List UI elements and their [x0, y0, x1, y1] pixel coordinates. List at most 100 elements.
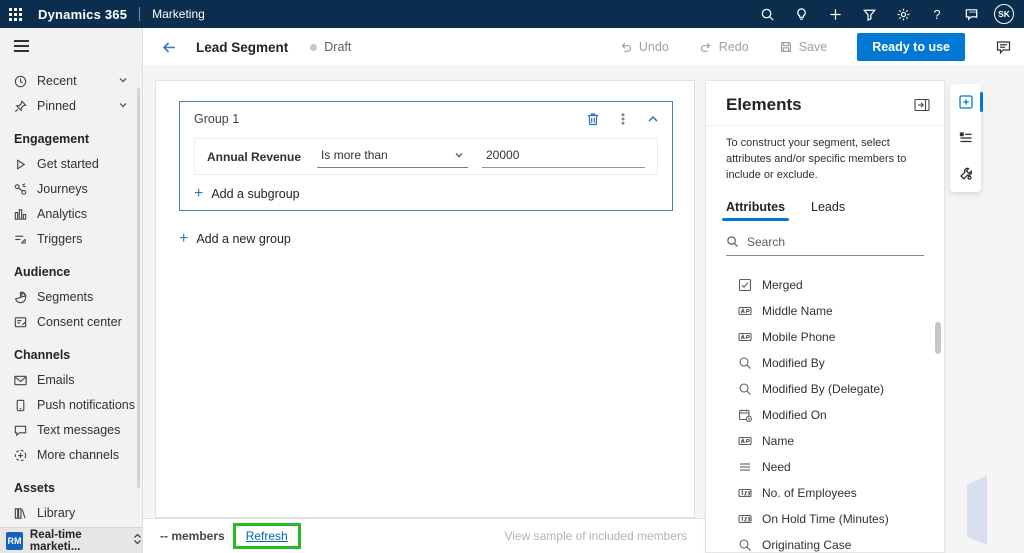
tab-attributes[interactable]: Attributes — [721, 200, 790, 221]
add-new-group-button[interactable]: + Add a new group — [179, 231, 291, 247]
app-name[interactable]: Marketing — [152, 7, 205, 21]
elements-tool-button[interactable] — [953, 89, 983, 115]
attribute-item[interactable]: Modified By — [706, 350, 944, 376]
chat-bubble-icon — [13, 423, 28, 438]
sidebar-item-analytics[interactable]: Analytics — [0, 202, 142, 227]
sidebar-item-label: Triggers — [37, 232, 83, 247]
tab-leads[interactable]: Leads — [811, 200, 845, 221]
chevron-down-icon[interactable] — [118, 74, 128, 88]
wrench-icon — [959, 167, 972, 180]
attribute-item[interactable]: Modified On — [706, 402, 944, 428]
bar-chart-icon — [13, 207, 28, 222]
attribute-item[interactable]: On Hold Time (Minutes) — [706, 506, 944, 532]
sidebar-item-label: Pinned — [37, 99, 76, 114]
play-icon — [13, 157, 28, 172]
attribute-item[interactable]: Middle Name — [706, 298, 944, 324]
waffle-icon — [8, 7, 22, 21]
status-dot-icon — [310, 43, 318, 51]
feedback-chat-icon[interactable] — [954, 0, 988, 28]
tools-tool-button[interactable] — [953, 161, 979, 187]
consent-form-icon — [13, 315, 28, 330]
filter-icon[interactable] — [852, 0, 886, 28]
attribute-item[interactable]: Name — [706, 428, 944, 454]
lookup-search-icon — [738, 538, 752, 552]
attribute-search-field[interactable] — [726, 234, 924, 256]
attribute-item[interactable]: Modified By (Delegate) — [706, 376, 944, 402]
undo-icon — [621, 42, 631, 52]
list-icon — [959, 132, 971, 143]
save-icon — [780, 42, 791, 52]
sidebar-section-engagement: Engagement — [14, 131, 90, 146]
attribute-list-scrollbar[interactable] — [935, 321, 941, 354]
delete-group-trash-icon[interactable] — [586, 112, 600, 126]
area-switcher[interactable]: RM Real-time marketi... — [0, 527, 142, 553]
condition-value-input[interactable] — [482, 145, 645, 168]
help-icon[interactable]: ? — [920, 0, 954, 28]
lightbulb-icon[interactable] — [784, 0, 818, 28]
sidebar-item-get-started[interactable]: Get started — [0, 152, 142, 177]
sidebar-item-emails[interactable]: Emails — [0, 368, 142, 393]
lookup-search-icon — [738, 382, 752, 396]
app-launcher-waffle-icon[interactable] — [0, 0, 30, 28]
pie-chart-icon — [13, 290, 28, 305]
redo-button[interactable]: Redo — [699, 40, 749, 54]
background-watermark-shape — [967, 475, 987, 545]
settings-gear-icon[interactable] — [886, 0, 920, 28]
attribute-item[interactable]: Merged — [706, 272, 944, 298]
back-arrow-icon[interactable] — [161, 39, 178, 56]
sidebar-item-pinned[interactable]: Pinned — [0, 94, 142, 119]
attribute-list: Merged Middle Name Mobile Phone Modified… — [706, 272, 944, 553]
sidebar-scrollbar[interactable] — [137, 88, 140, 488]
elements-panel-title: Elements — [726, 95, 802, 114]
number-field-icon — [738, 512, 752, 526]
attribute-item[interactable]: No. of Employees — [706, 480, 944, 506]
chevron-down-icon[interactable] — [118, 99, 128, 113]
page-title: Lead Segment — [196, 39, 289, 55]
sidebar-item-text-messages[interactable]: Text messages — [0, 418, 142, 443]
refresh-members-link[interactable]: Refresh — [246, 529, 288, 543]
ready-to-use-button[interactable]: Ready to use — [857, 33, 965, 61]
elements-panel: Elements To construct your segment, sele… — [705, 80, 945, 553]
main-content: Group 1 Annual Revenue Is more than 2000… — [143, 67, 1024, 553]
sidebar-item-label: Library — [37, 506, 76, 521]
elements-tabs: Attributes Leads — [706, 184, 944, 221]
hamburger-menu-icon[interactable] — [0, 28, 142, 61]
save-button[interactable]: Save — [779, 40, 827, 54]
top-navigation-bar: Dynamics 365 Marketing ? SK — [0, 0, 1024, 28]
add-subgroup-button[interactable]: + Add a subgroup — [194, 186, 300, 202]
condition-attribute-label: Annual Revenue — [207, 149, 302, 164]
sidebar-item-more-channels[interactable]: More channels — [0, 443, 142, 468]
left-navigation-sidebar: Recent Pinned Engagement Get started Jou… — [0, 28, 143, 553]
list-view-tool-button[interactable] — [953, 125, 979, 151]
app-screen: Dynamics 365 Marketing ? SK Recent Pinne… — [0, 0, 1024, 553]
search-icon[interactable] — [750, 0, 784, 28]
number-field-icon — [738, 486, 752, 500]
text-field-icon — [738, 304, 752, 318]
feedback-chat-icon[interactable] — [995, 39, 1012, 56]
collapse-group-chevron-up-icon[interactable] — [646, 112, 660, 126]
attribute-item[interactable]: Need — [706, 454, 944, 480]
topbar-divider — [139, 7, 141, 21]
sidebar-item-segments[interactable]: Segments — [0, 285, 142, 310]
sidebar-item-triggers[interactable]: Triggers — [0, 227, 142, 252]
command-bar: Lead Segment Draft Undo Redo Save Ready … — [143, 28, 1024, 67]
sidebar-item-consent-center[interactable]: Consent center — [0, 310, 142, 335]
clock-icon — [13, 74, 28, 89]
user-avatar[interactable]: SK — [994, 4, 1014, 24]
add-icon[interactable] — [818, 0, 852, 28]
product-name[interactable]: Dynamics 365 — [38, 7, 127, 22]
attribute-item[interactable]: Mobile Phone — [706, 324, 944, 350]
sidebar-item-recent[interactable]: Recent — [0, 69, 142, 94]
more-options-ellipsis-icon[interactable] — [616, 112, 630, 126]
sidebar-item-label: Consent center — [37, 315, 122, 330]
collapse-panel-icon[interactable] — [914, 98, 930, 112]
search-input[interactable] — [747, 234, 924, 249]
text-field-icon — [738, 434, 752, 448]
add-element-icon — [958, 95, 973, 109]
sidebar-item-journeys[interactable]: Journeys — [0, 177, 142, 202]
sidebar-item-library[interactable]: Library — [0, 501, 142, 526]
attribute-item[interactable]: Originating Case — [706, 532, 944, 553]
undo-button[interactable]: Undo — [619, 40, 669, 54]
condition-operator-dropdown[interactable]: Is more than — [317, 145, 468, 168]
sidebar-item-push-notifications[interactable]: Push notifications — [0, 393, 142, 418]
